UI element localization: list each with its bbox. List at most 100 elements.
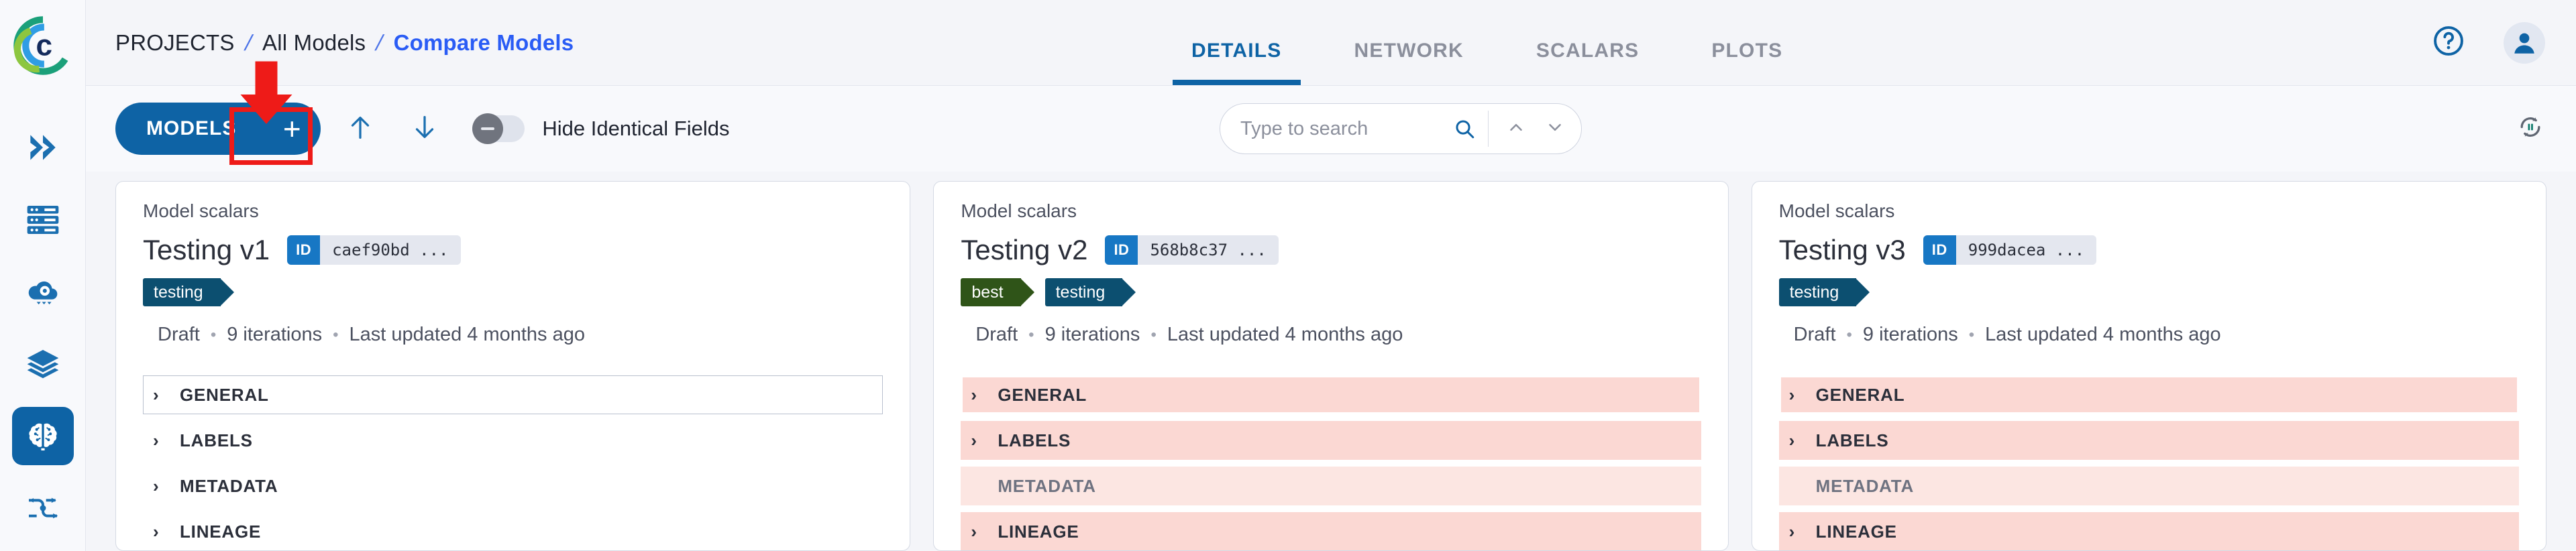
model-updated: Last updated 4 months ago <box>1167 324 1403 346</box>
tab-plots[interactable]: PLOTS <box>1693 40 1801 85</box>
search-prev-button[interactable] <box>1497 109 1536 148</box>
model-sections: › GENERAL › LABELS › METADATA › LINEAGE <box>143 375 883 551</box>
main-area: PROJECTS / All Models / Compare Models D… <box>86 0 2576 551</box>
tag-testing[interactable]: testing <box>1045 278 1123 306</box>
breadcrumb-all-models[interactable]: All Models <box>262 30 366 56</box>
section-labels[interactable]: › LABELS <box>1779 421 2519 460</box>
model-tags: testing <box>1779 278 2519 306</box>
section-lineage[interactable]: › LINEAGE <box>961 512 1701 551</box>
section-lineage[interactable]: › LINEAGE <box>143 512 883 551</box>
chevron-down-icon <box>1545 117 1565 141</box>
model-status: Draft <box>975 324 1018 346</box>
header-actions <box>2431 22 2545 64</box>
breadcrumb-projects[interactable]: PROJECTS <box>115 30 235 56</box>
search-next-button[interactable] <box>1536 109 1574 148</box>
model-meta: Draft • 9 iterations • Last updated 4 mo… <box>143 324 883 346</box>
tab-details[interactable]: DETAILS <box>1173 40 1301 85</box>
model-name: Testing v2 <box>961 234 1087 266</box>
section-metadata: › METADATA <box>1779 467 2519 505</box>
section-label: LABELS <box>1816 430 1889 451</box>
move-down-button[interactable] <box>400 104 449 154</box>
section-lineage[interactable]: › LINEAGE <box>1779 512 2519 551</box>
model-id-key: ID <box>1923 235 1956 265</box>
meta-dot: • <box>1150 326 1156 345</box>
sidebar: c <box>0 0 86 551</box>
section-label: GENERAL <box>1816 385 1905 406</box>
breadcrumb-compare-models[interactable]: Compare Models <box>394 30 574 56</box>
double-chevron-right-icon <box>24 129 62 166</box>
tab-scalars[interactable]: SCALARS <box>1517 40 1658 85</box>
sidebar-item-data[interactable] <box>12 262 74 321</box>
model-id-key: ID <box>287 235 320 265</box>
model-updated: Last updated 4 months ago <box>350 324 585 346</box>
section-metadata: › METADATA <box>961 467 1701 505</box>
hide-identical-fields-toggle[interactable]: Hide Identical Fields <box>472 115 729 142</box>
chevron-right-icon: › <box>971 430 991 451</box>
model-id-value: 568b8c37 ... <box>1138 235 1278 265</box>
model-id-chip[interactable]: ID caef90bd ... <box>287 235 460 265</box>
auto-refresh-button[interactable] <box>2516 113 2545 145</box>
meta-dot: • <box>333 326 338 345</box>
section-label: METADATA <box>1816 476 1914 497</box>
section-label: GENERAL <box>180 385 269 406</box>
model-iterations: 9 iterations <box>227 324 322 346</box>
search-box[interactable] <box>1220 103 1582 154</box>
model-status: Draft <box>1794 324 1836 346</box>
card-subtitle: Model scalars <box>961 200 1701 222</box>
section-metadata[interactable]: › METADATA <box>143 467 883 505</box>
sidebar-item-datasets[interactable] <box>12 334 74 393</box>
user-avatar-icon[interactable] <box>2504 22 2545 64</box>
model-id-value: 999dacea ... <box>1956 235 2096 265</box>
add-model-button[interactable]: + <box>263 103 321 155</box>
top-header: PROJECTS / All Models / Compare Models D… <box>86 0 2576 86</box>
help-circle-icon[interactable] <box>2431 23 2466 62</box>
breadcrumb-separator: / <box>373 30 386 56</box>
model-id-chip[interactable]: ID 999dacea ... <box>1923 235 2096 265</box>
sidebar-item-workflows[interactable] <box>12 479 74 538</box>
model-card: Model scalars Testing v1 ID caef90bd ...… <box>115 181 910 551</box>
section-general[interactable]: › GENERAL <box>143 375 883 414</box>
chevron-right-icon: › <box>1789 522 1809 542</box>
server-rack-icon <box>24 201 62 239</box>
magnifier-icon[interactable] <box>1449 117 1480 140</box>
section-general[interactable]: › GENERAL <box>1779 375 2519 414</box>
section-general[interactable]: › GENERAL <box>961 375 1701 414</box>
models-button-group[interactable]: MODELS + <box>115 103 321 155</box>
toggle-knob <box>472 113 503 144</box>
tag-testing[interactable]: testing <box>1779 278 1857 306</box>
model-meta: Draft • 9 iterations • Last updated 4 mo… <box>1779 324 2519 346</box>
search-input[interactable] <box>1240 118 1449 140</box>
search-divider <box>1488 111 1489 147</box>
sidebar-item-pipelines[interactable] <box>12 118 74 177</box>
card-title-row: Testing v1 ID caef90bd ... <box>143 234 883 266</box>
model-sections: › GENERAL › LABELS › METADATA › LINEAGE <box>961 375 1701 551</box>
card-title-row: Testing v3 ID 999dacea ... <box>1779 234 2519 266</box>
section-label: LINEAGE <box>998 522 1079 542</box>
model-iterations: 9 iterations <box>1863 324 1958 346</box>
chevron-right-icon: › <box>1789 385 1809 406</box>
tag-best[interactable]: best <box>961 278 1020 306</box>
breadcrumb-separator: / <box>242 30 255 56</box>
card-title-row: Testing v2 ID 568b8c37 ... <box>961 234 1701 266</box>
chevron-right-icon: › <box>153 385 173 406</box>
chevron-right-icon: › <box>153 430 173 451</box>
svg-text:c: c <box>36 29 52 62</box>
section-label: LABELS <box>180 430 253 451</box>
clearml-logo[interactable]: c <box>12 15 74 76</box>
model-updated: Last updated 4 months ago <box>1985 324 2220 346</box>
move-up-button[interactable] <box>335 104 385 154</box>
breadcrumb: PROJECTS / All Models / Compare Models <box>86 30 574 56</box>
layers-icon <box>24 345 62 383</box>
cloud-gear-icon <box>24 273 62 310</box>
sidebar-item-workers[interactable] <box>12 190 74 249</box>
app-root: c <box>0 0 2576 551</box>
tab-network[interactable]: NETWORK <box>1336 40 1483 85</box>
tag-testing[interactable]: testing <box>143 278 221 306</box>
section-labels[interactable]: › LABELS <box>143 421 883 460</box>
arrow-up-icon <box>345 112 376 146</box>
model-id-chip[interactable]: ID 568b8c37 ... <box>1105 235 1278 265</box>
model-sections: › GENERAL › LABELS › METADATA › LINEAGE <box>1779 375 2519 551</box>
sidebar-item-models[interactable] <box>12 407 74 466</box>
section-labels[interactable]: › LABELS <box>961 421 1701 460</box>
models-button-label: MODELS <box>115 103 263 155</box>
